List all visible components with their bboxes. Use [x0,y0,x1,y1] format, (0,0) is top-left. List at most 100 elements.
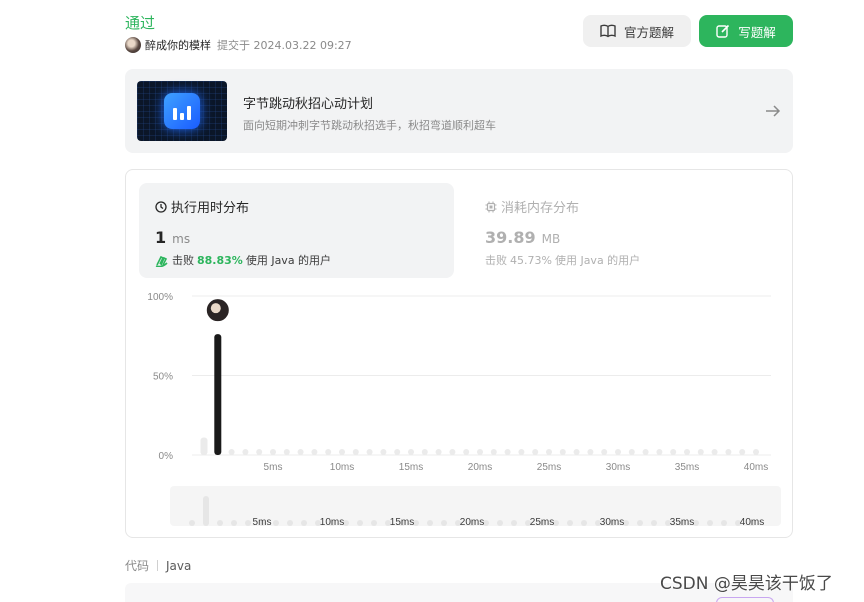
minimap-x-tick-label: 35ms [670,517,694,528]
minimap-stub [189,520,195,526]
empty-bar [504,449,511,455]
user-avatar-face [210,303,221,314]
empty-bar [628,449,635,455]
empty-bar [518,449,525,455]
banner-subtitle: 面向短期冲刺字节跳动秋招选手，秋招弯道顺利超车 [243,119,496,132]
promo-banner[interactable]: 字节跳动秋招心动计划 面向短期冲刺字节跳动秋招选手，秋招弯道顺利超车 [125,69,793,153]
minimap-stub [287,520,293,526]
write-solution-button[interactable]: 写题解 [699,15,793,47]
minimap-stub [665,520,671,526]
submitted-time: 提交于 2024.03.22 09:27 [217,39,352,52]
minimap-x-tick-label: 25ms [530,517,554,528]
minimap-stub [273,520,279,526]
memory-number: 39.89 [485,228,536,247]
empty-bar [256,449,263,455]
empty-bar [670,449,677,455]
runtime-beat: 击败 88.83% 使用 Java 的用户 [155,252,331,268]
minimap-stub [595,520,601,526]
empty-bar [380,449,387,455]
empty-bar [642,449,649,455]
minimap-stub [469,520,475,526]
y-tick-label: 0% [159,451,174,462]
minimap-stub [749,520,755,526]
empty-bar [408,449,414,455]
minimap-stub [259,520,265,526]
x-tick-label: 15ms [399,462,423,473]
minimap-stub [721,520,727,526]
empty-bar [725,449,732,455]
x-tick-label: 10ms [330,462,354,473]
submitter-info: 醉成你的模样 提交于 2024.03.22 09:27 [125,37,352,53]
empty-bar [421,449,428,455]
minimap-bar [203,496,209,526]
username[interactable]: 醉成你的模样 [145,37,211,53]
minimap-x-tick-label: 20ms [460,517,484,528]
minimap-stub [455,520,461,526]
official-solution-button[interactable]: 官方题解 [583,15,691,47]
status-text: 通过 [125,14,156,32]
minimap-x-tick-label: 15ms [390,517,414,528]
clap-icon [155,254,169,267]
empty-bar [339,449,345,455]
minimap-stub [651,520,657,526]
memory-label-text: 消耗内存分布 [501,201,580,216]
minimap-stub [623,520,629,526]
x-tick-label: 30ms [606,462,630,473]
minimap-stub [497,520,503,526]
empty-bar [270,449,276,455]
empty-bar [739,449,746,455]
minimap-stub [371,520,377,526]
code-action-button[interactable] [716,597,774,602]
x-tick-label: 25ms [537,462,561,473]
minimap-stub [301,520,307,526]
official-solution-label: 官方题解 [623,24,674,40]
empty-bar [684,449,690,455]
code-section-header: 代码 Java [125,557,191,574]
highlighted-bar [214,334,222,455]
memory-unit: MB [541,232,561,246]
empty-bar [283,449,290,455]
clock-icon [155,200,167,213]
empty-bar [311,449,318,455]
empty-bar [656,449,663,455]
y-tick-label: 50% [153,372,173,383]
empty-bar [449,449,456,455]
minimap-x-tick-label: 10ms [320,517,344,528]
y-tick-label: 100% [147,292,173,303]
minimap-stub [385,520,391,526]
empty-bar [435,449,442,455]
minimap-stub [483,520,489,526]
empty-bar [297,449,304,455]
runtime-unit: ms [172,232,191,246]
x-tick-label: 5ms [264,462,283,473]
empty-bar [228,449,235,455]
minimap-stub [707,520,713,526]
user-avatar-marker [204,297,231,324]
minimap-stub [525,520,531,526]
memory-beat-suffix: 使用 Java 的用户 [554,254,641,267]
chip-icon [485,201,497,213]
runtime-value: 1 ms [155,228,190,247]
minimap-stub [399,520,405,526]
runtime-label-text: 执行用时分布 [171,201,250,216]
x-tick-label: 20ms [468,462,492,473]
write-solution-label: 写题解 [738,24,776,40]
memory-stat-panel[interactable]: 消耗内存分布 39.89 MB 击败 45.73% 使用 Java 的用户 [469,183,784,278]
arrow-right-icon[interactable] [765,103,781,122]
runtime-stat-panel[interactable]: 执行用时分布 1 ms 击败 88.83% 使用 Java 的用户 [139,183,454,278]
minimap-stub [511,520,517,526]
watermark: CSDN @昊昊该干饭了 [660,574,833,594]
memory-beat-percent: 45.73% [510,253,552,267]
avatar[interactable] [125,37,141,53]
edit-icon [716,24,730,38]
minimap-x-tick-label: 40ms [740,517,764,528]
empty-bar [711,449,718,455]
x-tick-label: 40ms [744,462,768,473]
minimap-stub [567,520,573,526]
minimap-stub [441,520,447,526]
minimap-stub [329,520,335,526]
code-label: 代码 [125,559,150,573]
empty-bar [325,449,332,455]
data-bar [200,437,208,455]
minimap-stub [427,520,433,526]
